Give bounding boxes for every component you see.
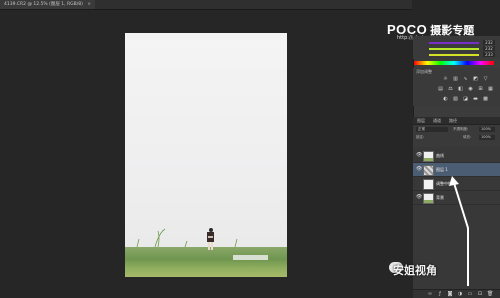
annotation-arrow	[449, 176, 469, 286]
